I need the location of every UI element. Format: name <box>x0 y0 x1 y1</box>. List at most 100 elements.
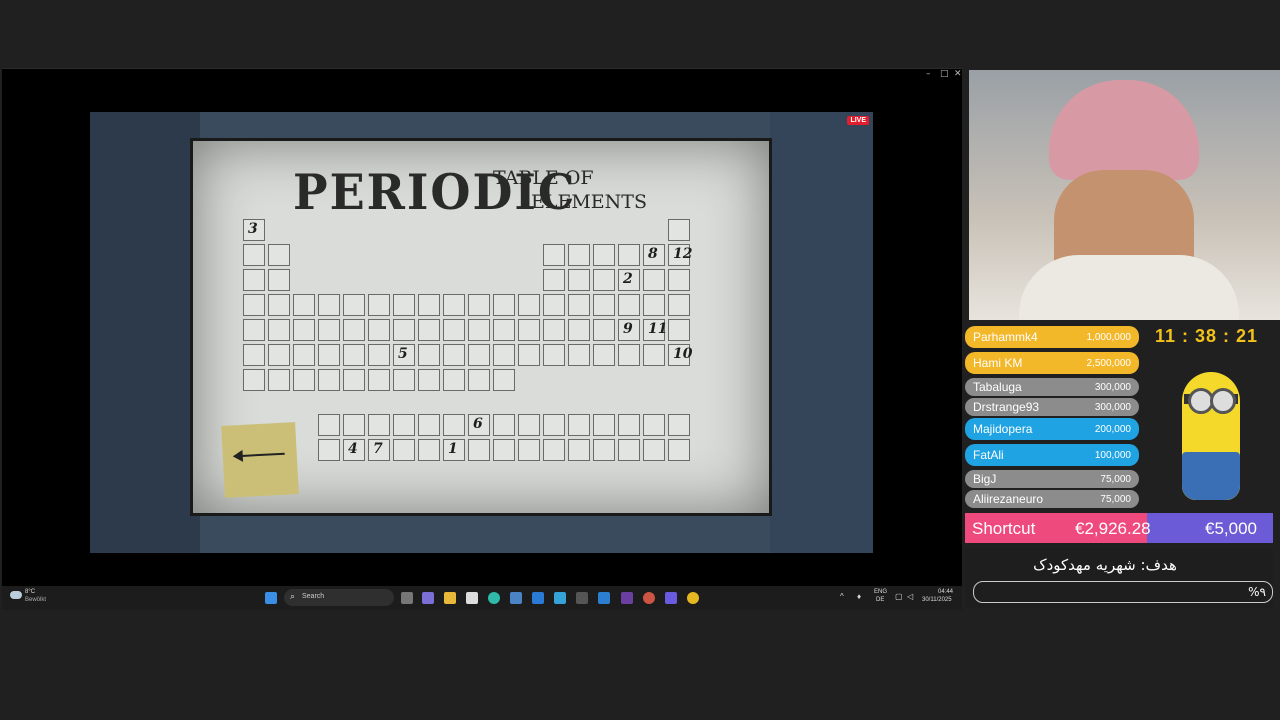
app-icon[interactable] <box>510 592 522 604</box>
element-cell <box>243 369 265 391</box>
element-cell <box>668 269 690 291</box>
element-cell <box>493 319 515 341</box>
volume-icon[interactable]: ◁ <box>907 592 913 601</box>
element-cell <box>343 344 365 366</box>
element-cell <box>543 244 565 266</box>
element-cell <box>668 319 690 341</box>
clock-date[interactable]: 30/11/2025 <box>922 597 952 603</box>
element-cell <box>618 294 640 316</box>
game-viewport[interactable]: LIVE PERIODIC TABLE OF ELEMENTS 3 8 12 2 9 11… <box>90 112 873 553</box>
element-cell <box>318 319 340 341</box>
element-cell-f <box>568 414 590 436</box>
element-cell <box>468 319 490 341</box>
goal-label: Shortcut <box>972 519 1036 538</box>
app3-icon[interactable] <box>621 592 633 604</box>
element-cell <box>343 319 365 341</box>
element-cell <box>568 319 590 341</box>
task-view-icon[interactable] <box>401 592 413 604</box>
leaderboard-row: Majidopera 200,000 <box>965 418 1139 440</box>
discord-icon[interactable] <box>665 592 677 604</box>
donor-amount: 100,000 <box>1094 449 1131 461</box>
mic-icon[interactable]: ♦ <box>857 592 861 601</box>
element-cell <box>293 344 315 366</box>
element-cell <box>418 294 440 316</box>
donor-amount: 300,000 <box>1094 381 1131 393</box>
leaderboard-row: Tabaluga 300,000 <box>965 378 1139 396</box>
element-cell <box>293 294 315 316</box>
app2-icon[interactable] <box>554 592 566 604</box>
lang-primary[interactable]: ENG <box>874 589 887 595</box>
element-cell-f <box>618 439 640 461</box>
element-cell <box>243 269 265 291</box>
donor-amount: 200,000 <box>1094 423 1131 435</box>
element-cell-f <box>393 414 415 436</box>
terminal-icon[interactable] <box>576 592 588 604</box>
close-icon[interactable]: ✕ <box>954 69 962 79</box>
donor-name: Aliirezaneuro <box>973 492 1044 506</box>
outlook-icon[interactable] <box>532 592 544 604</box>
element-cell <box>643 294 665 316</box>
leaderboard-row: FatAli 100,000 <box>965 444 1139 466</box>
maximize-icon[interactable]: □ <box>940 69 949 79</box>
element-cell <box>368 294 390 316</box>
element-cell <box>268 369 290 391</box>
element-cell-f <box>543 439 565 461</box>
element-cell <box>568 294 590 316</box>
goal-current: €2,926.28 <box>1075 519 1151 538</box>
element-cell <box>393 319 415 341</box>
element-cell-f <box>593 414 615 436</box>
windows-start-icon[interactable] <box>265 592 277 604</box>
element-cell <box>443 294 465 316</box>
file-explorer-icon[interactable] <box>444 592 456 604</box>
element-number: 12 <box>673 246 693 262</box>
element-cell <box>393 294 415 316</box>
element-cell-f <box>643 439 665 461</box>
element-cell-f <box>393 439 415 461</box>
periodic-table-poster[interactable]: PERIODIC TABLE OF ELEMENTS 3 8 12 2 9 11 5 10 6 4… <box>190 138 772 516</box>
minion-mascot <box>1182 372 1240 500</box>
element-cell <box>568 344 590 366</box>
element-cell <box>418 344 440 366</box>
donor-name: Tabaluga <box>973 380 1022 394</box>
vscode-icon[interactable] <box>598 592 610 604</box>
chrome-icon[interactable] <box>687 592 699 604</box>
element-cell <box>443 369 465 391</box>
element-number: 1 <box>448 441 458 457</box>
element-cell <box>243 319 265 341</box>
chevron-up-icon[interactable]: ^ <box>840 592 844 601</box>
element-cell-f <box>543 414 565 436</box>
element-cell <box>268 244 290 266</box>
element-cell <box>643 269 665 291</box>
search-box[interactable]: ⌕ Search <box>284 589 394 606</box>
element-cell-f <box>618 414 640 436</box>
minimize-icon[interactable]: – <box>926 69 931 79</box>
element-cell <box>568 244 590 266</box>
app4-icon[interactable] <box>643 592 655 604</box>
element-cell <box>493 369 515 391</box>
element-number: 10 <box>673 346 693 362</box>
network-icon[interactable]: ▢ <box>895 592 903 601</box>
edge-icon[interactable] <box>488 592 500 604</box>
element-cell-f <box>518 439 540 461</box>
element-cell <box>468 369 490 391</box>
element-cell-f <box>418 414 440 436</box>
element-number: 8 <box>648 246 658 262</box>
cloud-icon <box>10 591 22 599</box>
clock-time[interactable]: 04:44 <box>938 589 953 595</box>
element-number: 5 <box>398 346 408 362</box>
element-cell <box>593 344 615 366</box>
taskbar: 8°C Bewölkt ⌕ Search ^ ♦ ENG DE ▢ ◁ 04:4… <box>2 586 962 610</box>
desk-left <box>90 112 200 553</box>
leaderboard-row: Aliirezaneuro 75,000 <box>965 490 1139 508</box>
store-icon[interactable] <box>466 592 478 604</box>
donor-name: Parhammk4 <box>973 330 1038 344</box>
arrowhead <box>232 449 244 463</box>
element-cell <box>418 319 440 341</box>
element-cell <box>243 344 265 366</box>
lang-secondary[interactable]: DE <box>876 597 884 603</box>
element-cell-f <box>643 414 665 436</box>
element-cell <box>668 294 690 316</box>
teams-icon[interactable] <box>422 592 434 604</box>
sticky-note[interactable] <box>221 422 299 498</box>
leaderboard-row: Hami KM 2,500,000 <box>965 352 1139 374</box>
